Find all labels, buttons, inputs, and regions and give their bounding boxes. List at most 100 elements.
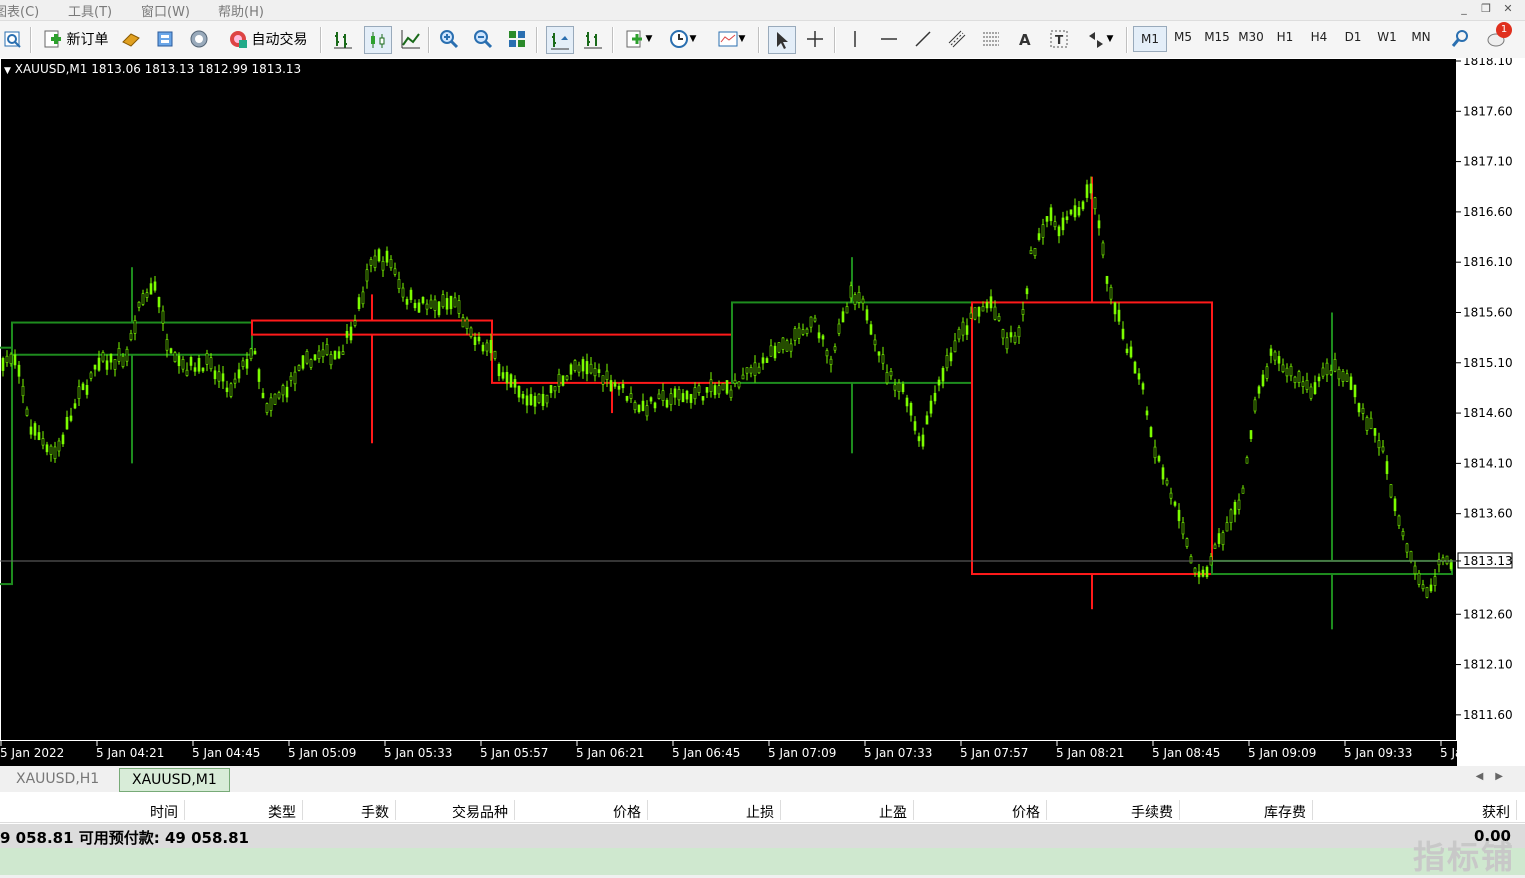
periods-dropdown[interactable]: ▼ xyxy=(664,26,700,52)
svg-text:A: A xyxy=(1019,31,1031,49)
candle xyxy=(1026,286,1028,300)
templates-dropdown[interactable]: ▼ xyxy=(712,26,750,52)
price-label: 1815.60 xyxy=(1463,305,1513,319)
timeframe-m30[interactable]: M30 xyxy=(1235,30,1267,44)
timeframe-m15[interactable]: M15 xyxy=(1201,30,1233,44)
column-header-3[interactable]: 交易品种 xyxy=(452,802,508,822)
profiles-icon[interactable] xyxy=(0,26,26,52)
candlestick-chart-icon[interactable] xyxy=(364,26,392,54)
timeframe-m1[interactable]: M1 xyxy=(1133,26,1167,52)
column-header-4[interactable]: 价格 xyxy=(613,802,641,822)
tab-xauusd-m1[interactable]: XAUUSD,M1 xyxy=(119,768,230,792)
menu-item-chart[interactable]: 图表(C) xyxy=(0,1,39,20)
candle xyxy=(1378,433,1380,456)
candle xyxy=(822,334,824,347)
candle xyxy=(1286,363,1288,382)
candle xyxy=(1382,440,1384,454)
candle xyxy=(506,366,508,391)
candle xyxy=(142,290,144,306)
column-header-0[interactable]: 时间 xyxy=(150,802,178,822)
collapse-arrow-icon[interactable]: ▼ xyxy=(4,66,11,76)
candle xyxy=(990,289,992,311)
vertical-line-icon[interactable] xyxy=(842,26,868,52)
candle xyxy=(634,400,636,413)
search-icon[interactable] xyxy=(1448,26,1474,52)
column-header-10[interactable]: 获利 xyxy=(1482,802,1510,822)
autotrade-button[interactable]: 自动交易 xyxy=(220,26,314,52)
column-header-6[interactable]: 止盈 xyxy=(879,802,907,822)
menu-item-help[interactable]: 帮助(H) xyxy=(218,1,264,20)
candle xyxy=(126,346,128,366)
column-header-1[interactable]: 类型 xyxy=(268,802,296,822)
column-header-8[interactable]: 手续费 xyxy=(1131,802,1173,822)
candle xyxy=(722,383,724,390)
horizontal-line-icon[interactable] xyxy=(876,26,902,52)
candle xyxy=(1114,302,1116,322)
candle xyxy=(6,350,8,367)
text-icon[interactable]: A xyxy=(1012,26,1038,52)
candle xyxy=(78,380,80,406)
candle xyxy=(938,376,940,391)
time-label: 5 Jan 04:45 xyxy=(192,746,260,760)
candle xyxy=(594,362,596,381)
data-window-icon[interactable] xyxy=(152,26,178,52)
candle xyxy=(1406,543,1408,558)
column-header-7[interactable]: 价格 xyxy=(1012,802,1040,822)
trendline-icon[interactable] xyxy=(910,26,936,52)
symbol-info[interactable]: ▼ XAUUSD,M1 1813.06 1813.13 1812.99 1813… xyxy=(4,62,301,76)
chart-canvas: 1818.101817.601817.101816.601816.101815.… xyxy=(0,58,1525,766)
timeframe-d1[interactable]: D1 xyxy=(1337,30,1369,44)
candle xyxy=(1334,353,1336,373)
candle xyxy=(86,379,88,398)
close-icon[interactable]: ✕ xyxy=(1497,2,1519,15)
candle xyxy=(1194,567,1196,577)
candle xyxy=(954,333,956,352)
price-chart[interactable]: 1818.101817.601817.101816.601816.101815.… xyxy=(0,58,1525,766)
column-header-9[interactable]: 库存费 xyxy=(1264,802,1306,822)
zoom-out-icon[interactable] xyxy=(470,26,496,52)
candle xyxy=(690,394,692,409)
text-label-icon[interactable]: T xyxy=(1046,26,1072,52)
tab-scroll-arrows[interactable]: ◀▶ xyxy=(1476,771,1515,782)
chart-shift-icon[interactable] xyxy=(580,26,606,52)
notifications-button[interactable]: 1 xyxy=(1484,26,1510,52)
indicators-dropdown[interactable]: ▼ xyxy=(620,26,656,52)
candle xyxy=(514,375,516,394)
timeframe-w1[interactable]: W1 xyxy=(1371,30,1403,44)
cursor-icon[interactable] xyxy=(768,26,796,54)
arrows-dropdown[interactable]: ▼ xyxy=(1080,26,1118,52)
navigator-icon[interactable] xyxy=(186,26,212,52)
tile-windows-icon[interactable] xyxy=(504,26,530,52)
candle xyxy=(1270,345,1272,363)
line-chart-icon[interactable] xyxy=(398,26,424,52)
minimize-icon[interactable]: _ xyxy=(1453,2,1475,15)
candle xyxy=(306,349,308,365)
zoom-in-icon[interactable] xyxy=(436,26,462,52)
timeframe-m5[interactable]: M5 xyxy=(1167,30,1199,44)
candle xyxy=(1170,488,1172,505)
column-header-2[interactable]: 手数 xyxy=(361,802,389,822)
timeframe-h1[interactable]: H1 xyxy=(1269,30,1301,44)
tab-xauusd-h1[interactable]: XAUUSD,H1 xyxy=(4,768,111,790)
candle xyxy=(838,319,840,336)
bar-chart-icon[interactable] xyxy=(330,26,356,52)
new-order-button[interactable]: 新订单 xyxy=(36,26,114,52)
crosshair-icon[interactable] xyxy=(802,26,828,52)
menu-item-window[interactable]: 窗口(W) xyxy=(141,1,190,20)
equidistant-channel-icon[interactable] xyxy=(944,26,970,52)
timeframe-h4[interactable]: H4 xyxy=(1303,30,1335,44)
candle xyxy=(1198,564,1200,584)
candle xyxy=(94,365,96,377)
candle xyxy=(358,294,360,311)
timeframe-mn[interactable]: MN xyxy=(1405,30,1437,44)
candle xyxy=(406,297,408,310)
menu-item-tools[interactable]: 工具(T) xyxy=(68,1,112,20)
chart-tabs: XAUUSD,H1 XAUUSD,M1 ◀▶ xyxy=(0,766,1525,793)
autoscroll-icon[interactable] xyxy=(546,26,574,54)
column-header-5[interactable]: 止损 xyxy=(746,802,774,822)
restore-icon[interactable]: ❒ xyxy=(1475,2,1497,15)
fibonacci-icon[interactable] xyxy=(978,26,1004,52)
market-watch-icon[interactable] xyxy=(118,26,144,52)
candle xyxy=(174,351,176,363)
candle xyxy=(866,305,868,323)
